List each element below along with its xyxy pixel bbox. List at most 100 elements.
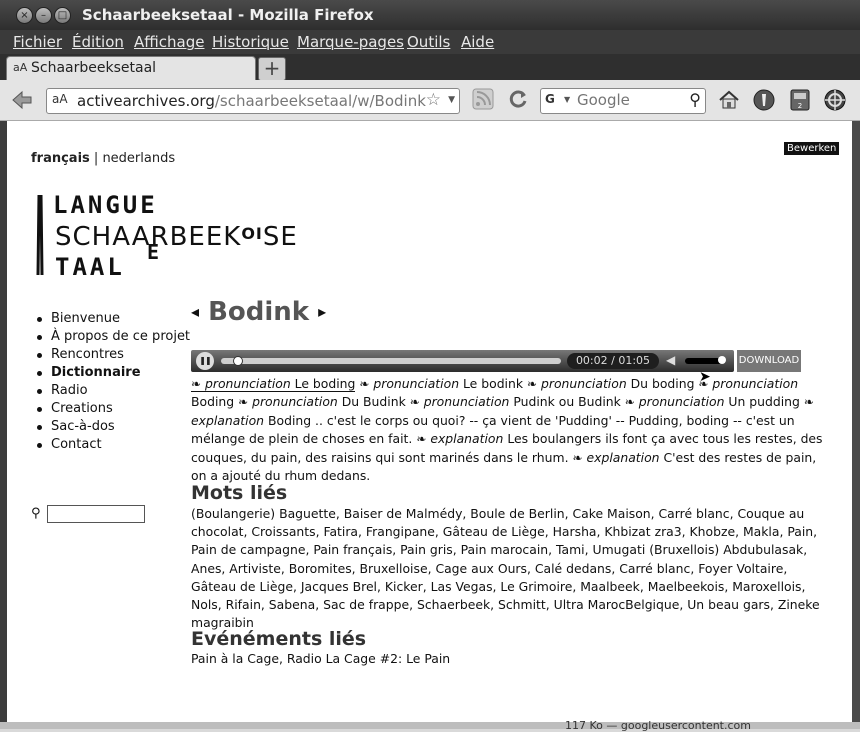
menu-affichage[interactable]: Affichage: [134, 33, 204, 51]
tab-bar: aA Schaarbeeksetaal +: [0, 54, 860, 81]
site-identity-icon[interactable]: aA: [52, 92, 68, 106]
pause-button[interactable]: ❚❚: [196, 352, 214, 370]
search-icon[interactable]: ⚲: [689, 90, 701, 109]
lang-dutch-link[interactable]: nederlands: [102, 151, 175, 166]
maximize-window-button[interactable]: □: [54, 7, 71, 24]
close-icon: ×: [20, 10, 29, 21]
sidebar-item-bienvenue[interactable]: Bienvenue: [36, 310, 190, 328]
pronunciation-entry[interactable]: Du Budink: [342, 394, 406, 409]
pronunciation-block: ❧ pronunciation Le boding ❧ pronunciatio…: [191, 376, 823, 484]
back-button[interactable]: [9, 88, 35, 112]
site-logo[interactable]: LANGUE SCHAARBEEKOISE TAAL E: [29, 185, 339, 281]
bookmark-star-icon[interactable]: ☆: [426, 90, 441, 110]
svg-text:SCHAARBEEKOISE: SCHAARBEEKOISE: [55, 222, 298, 252]
title-bar: × – □ Schaarbeeksetaal - Mozilla Firefox: [0, 0, 860, 30]
prev-entry-arrow-icon[interactable]: ◂: [191, 302, 199, 321]
close-window-button[interactable]: ×: [16, 7, 33, 24]
url-host: activearchives.org: [77, 92, 215, 110]
minimize-icon: –: [41, 10, 46, 21]
pronunciation-entry[interactable]: Le bodink: [463, 376, 523, 391]
progress-track[interactable]: [221, 358, 561, 364]
reload-button[interactable]: [505, 88, 531, 112]
tab-label: Schaarbeeksetaal: [31, 60, 157, 76]
logo-line-2d: SE: [263, 222, 298, 252]
status-text: 117 Ko — googleusercontent.com: [565, 719, 751, 732]
volume-icon[interactable]: ◀: [666, 353, 675, 367]
related-words-heading: Mots liés: [191, 482, 288, 504]
menu-fichier[interactable]: Fichier: [13, 33, 62, 51]
language-switcher: français | nederlands: [31, 151, 175, 166]
new-tab-button[interactable]: +: [258, 57, 286, 81]
time-display: 00:02 / 01:05: [567, 353, 659, 369]
extension-button-1[interactable]: [751, 88, 777, 112]
sidebar-item-rencontres[interactable]: Rencontres: [36, 346, 190, 364]
url-path: /schaarbeeksetaal/w/Bodink: [214, 92, 426, 110]
search-icon: ⚲: [31, 506, 41, 521]
pronunciation-entry[interactable]: Un pudding: [728, 394, 799, 409]
rss-feed-button[interactable]: [470, 88, 496, 112]
url-text[interactable]: activearchives.org/schaarbeeksetaal/w/Bo…: [77, 92, 426, 110]
site-search-input[interactable]: [47, 505, 145, 523]
svg-text:E: E: [147, 240, 159, 264]
engine-dropdown-icon[interactable]: ▼: [564, 95, 570, 104]
related-events-heading: Evénéments liés: [191, 628, 367, 650]
window-title: Schaarbeeksetaal - Mozilla Firefox: [82, 6, 374, 24]
logo-line-3: TAAL: [55, 253, 125, 281]
sidebar-item-contact[interactable]: Contact: [36, 436, 190, 454]
downloads-button[interactable]: 2: [787, 88, 813, 112]
sidebar-item-radio[interactable]: Radio: [36, 382, 190, 400]
edit-button[interactable]: Bewerken: [784, 142, 840, 155]
home-icon: [719, 90, 739, 109]
home-button[interactable]: [716, 88, 742, 112]
downloads-icon: 2: [790, 89, 810, 111]
search-bar[interactable]: G ▼ ⚲: [540, 88, 706, 114]
total-time: 01:05: [618, 354, 651, 367]
navigation-toolbar: aA activearchives.org/schaarbeeksetaal/w…: [0, 80, 860, 121]
maximize-icon: □: [57, 10, 68, 21]
menu-bar: Fichier Édition Affichage Historique Mar…: [0, 30, 860, 54]
firefox-window: × – □ Schaarbeeksetaal - Mozilla Firefox…: [0, 0, 860, 732]
rss-icon: [472, 88, 494, 110]
pronunciation-entry[interactable]: Du boding: [631, 376, 695, 391]
url-dropdown-icon[interactable]: ▼: [448, 95, 455, 105]
sidebar-item-sac-a-dos[interactable]: Sac-à-dos: [36, 418, 190, 436]
sidebar-item-a-propos[interactable]: À propos de ce projet: [36, 328, 190, 346]
addon-globe-icon: [824, 89, 846, 111]
related-words-list[interactable]: (Boulangerie) Baguette, Baiser de Malméd…: [191, 505, 831, 632]
logo-line-2c: OI: [241, 224, 263, 243]
favicon-icon: aA: [13, 61, 28, 74]
status-strip: 117 Ko — googleusercontent.com: [0, 719, 860, 732]
menu-marque-pages[interactable]: Marque-pages: [297, 33, 404, 51]
audio-player: ❚❚ 00:02 / 01:05 ◀: [191, 350, 734, 372]
sidebar-nav: Bienvenue À propos de ce projet Rencontr…: [35, 310, 190, 454]
sidebar-item-dictionnaire[interactable]: Dictionnaire: [36, 364, 190, 382]
current-time: 00:02: [575, 354, 608, 367]
pronunciation-entry[interactable]: Pudink ou Budink: [513, 394, 620, 409]
menu-aide[interactable]: Aide: [461, 33, 494, 51]
progress-knob[interactable]: [233, 356, 243, 366]
google-engine-icon[interactable]: G: [545, 92, 555, 106]
page-title: ◂ Bodink ▸: [191, 297, 326, 327]
menu-edition[interactable]: Édition: [72, 33, 124, 51]
pronunciation-entry[interactable]: Boding: [191, 394, 234, 409]
pronunciation-entry[interactable]: ❧ pronunciation Le boding: [191, 376, 356, 392]
related-events-list[interactable]: Pain à la Cage, Radio La Cage #2: Le Pai…: [191, 651, 450, 666]
lang-french-link[interactable]: français: [31, 151, 90, 166]
next-entry-arrow-icon[interactable]: ▸: [318, 302, 326, 321]
search-input[interactable]: [577, 91, 681, 109]
url-bar[interactable]: aA activearchives.org/schaarbeeksetaal/w…: [46, 88, 460, 114]
plus-icon: +: [263, 56, 281, 80]
svg-text:2: 2: [798, 102, 802, 110]
menu-historique[interactable]: Historique: [212, 33, 289, 51]
addon-button[interactable]: [822, 88, 848, 112]
download-button[interactable]: DOWNLOAD: [737, 350, 801, 372]
lang-separator: |: [89, 151, 103, 166]
logo-line-1: LANGUE: [53, 191, 158, 219]
minimize-window-button[interactable]: –: [35, 7, 52, 24]
volume-knob[interactable]: [718, 356, 726, 364]
menu-outils[interactable]: Outils: [407, 33, 450, 51]
sidebar-item-creations[interactable]: Creations: [36, 400, 190, 418]
logo-line-2a: SCHA: [55, 222, 132, 252]
tab-schaarbeeksetaal[interactable]: aA Schaarbeeksetaal: [6, 56, 256, 81]
reload-icon: [509, 90, 527, 108]
